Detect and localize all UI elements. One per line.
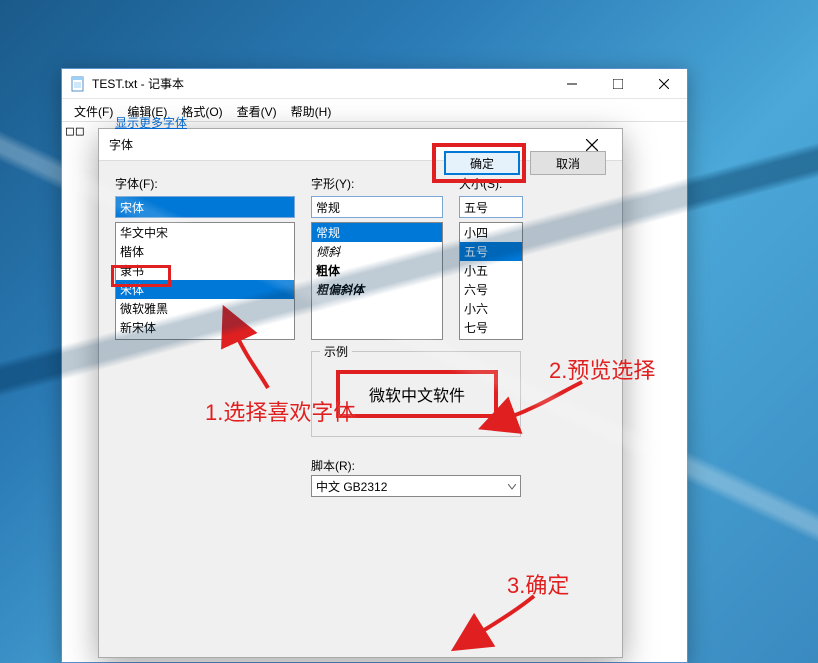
size-item[interactable]: 八号 <box>460 337 522 340</box>
script-select[interactable]: 中文 GB2312 <box>311 475 521 497</box>
size-item[interactable]: 七号 <box>460 318 522 337</box>
sample-legend: 示例 <box>320 343 352 360</box>
notepad-title: TEST.txt - 记事本 <box>92 75 184 92</box>
notepad-icon <box>70 76 86 92</box>
size-item[interactable]: 六号 <box>460 280 522 299</box>
chevron-down-icon <box>508 479 516 493</box>
annotation-3: 3.确定 <box>507 568 569 600</box>
style-item[interactable]: 粗体 <box>312 261 442 280</box>
style-item[interactable]: 常规 <box>312 223 442 242</box>
cancel-button[interactable]: 取消 <box>530 151 606 175</box>
size-item[interactable]: 小五 <box>460 261 522 280</box>
font-listbox[interactable]: 华文中宋 楷体 隶书 宋体 微软雅黑 新宋体 幼圆 <box>115 222 295 340</box>
annotation-2: 2.预览选择 <box>549 353 655 385</box>
font-item[interactable]: 微软雅黑 <box>116 299 294 318</box>
font-item[interactable]: 华文中宋 <box>116 223 294 242</box>
more-fonts-link[interactable]: 显示更多字体 <box>115 114 187 131</box>
size-listbox[interactable]: 小四 五号 小五 六号 小六 七号 八号 <box>459 222 523 340</box>
style-item[interactable]: 倾斜 <box>312 242 442 261</box>
font-item[interactable]: 新宋体 <box>116 318 294 337</box>
style-input[interactable] <box>311 196 443 218</box>
notepad-text: □□ <box>66 124 86 139</box>
menu-help[interactable]: 帮助(H) <box>285 101 338 117</box>
style-listbox[interactable]: 常规 倾斜 粗体 粗偏斜体 <box>311 222 443 340</box>
ok-button[interactable]: 确定 <box>444 151 520 175</box>
annotation-1: 1.选择喜欢字体 <box>205 395 355 427</box>
size-input[interactable] <box>459 196 523 218</box>
size-item[interactable]: 小四 <box>460 223 522 242</box>
font-item[interactable]: 幼圆 <box>116 337 294 340</box>
sample-text: 微软中文软件 <box>336 370 498 418</box>
font-label: 字体(F): <box>115 175 295 192</box>
size-item[interactable]: 五号 <box>460 242 522 261</box>
font-item[interactable]: 宋体 <box>116 280 294 299</box>
dialog-title: 字体 <box>109 136 133 153</box>
font-item[interactable]: 隶书 <box>116 261 294 280</box>
style-label: 字形(Y): <box>311 175 443 192</box>
menu-view[interactable]: 查看(V) <box>231 101 283 117</box>
minimize-button[interactable] <box>549 69 595 99</box>
close-button[interactable] <box>641 69 687 99</box>
font-input[interactable] <box>115 196 295 218</box>
size-item[interactable]: 小六 <box>460 299 522 318</box>
maximize-button[interactable] <box>595 69 641 99</box>
script-label: 脚本(R): <box>311 457 355 474</box>
menu-file[interactable]: 文件(F) <box>68 101 119 117</box>
size-label: 大小(S): <box>459 175 523 192</box>
notepad-titlebar[interactable]: TEST.txt - 记事本 <box>62 69 687 99</box>
script-value: 中文 GB2312 <box>316 478 387 495</box>
style-item[interactable]: 粗偏斜体 <box>312 280 442 299</box>
font-item[interactable]: 楷体 <box>116 242 294 261</box>
